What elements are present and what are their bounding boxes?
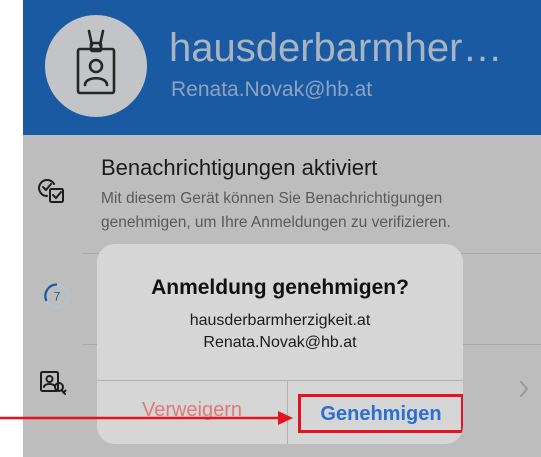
notifications-row: Benachrichtigungen aktiviert Mit diesem … [23,135,541,253]
account-title: hausderbarmher… [169,26,503,70]
dialog-account: Renata.Novak@hb.at [203,334,357,351]
authenticator-screen: hausderbarmher… Renata.Novak@hb.at Benac… [23,0,541,457]
notifications-description: Mit diesem Gerät können Sie Benachrichti… [101,190,451,231]
timer-value: 7 [54,290,61,304]
dialog-button-divider [287,380,288,444]
avatar [45,15,147,117]
account-email: Renata.Novak@hb.at [171,78,373,101]
account-header: hausderbarmher… Renata.Novak@hb.at [23,0,541,135]
chevron-right-icon [519,380,529,403]
dialog-title: Anmeldung genehmigen? [151,276,409,299]
approve-check-icon [37,175,67,212]
security-key-icon [39,370,67,403]
deny-button[interactable]: Verweigern [97,381,287,444]
approve-sign-in-dialog: Anmeldung genehmigen? hausderbarmherzigk… [97,244,463,444]
timer-icon: 7 [43,282,71,315]
dialog-domain: hausderbarmherzigkeit.at [189,312,371,329]
badge-icon [76,29,116,95]
approve-button[interactable]: Genehmigen [298,394,463,433]
notifications-title: Benachrichtigungen aktiviert [101,155,378,180]
